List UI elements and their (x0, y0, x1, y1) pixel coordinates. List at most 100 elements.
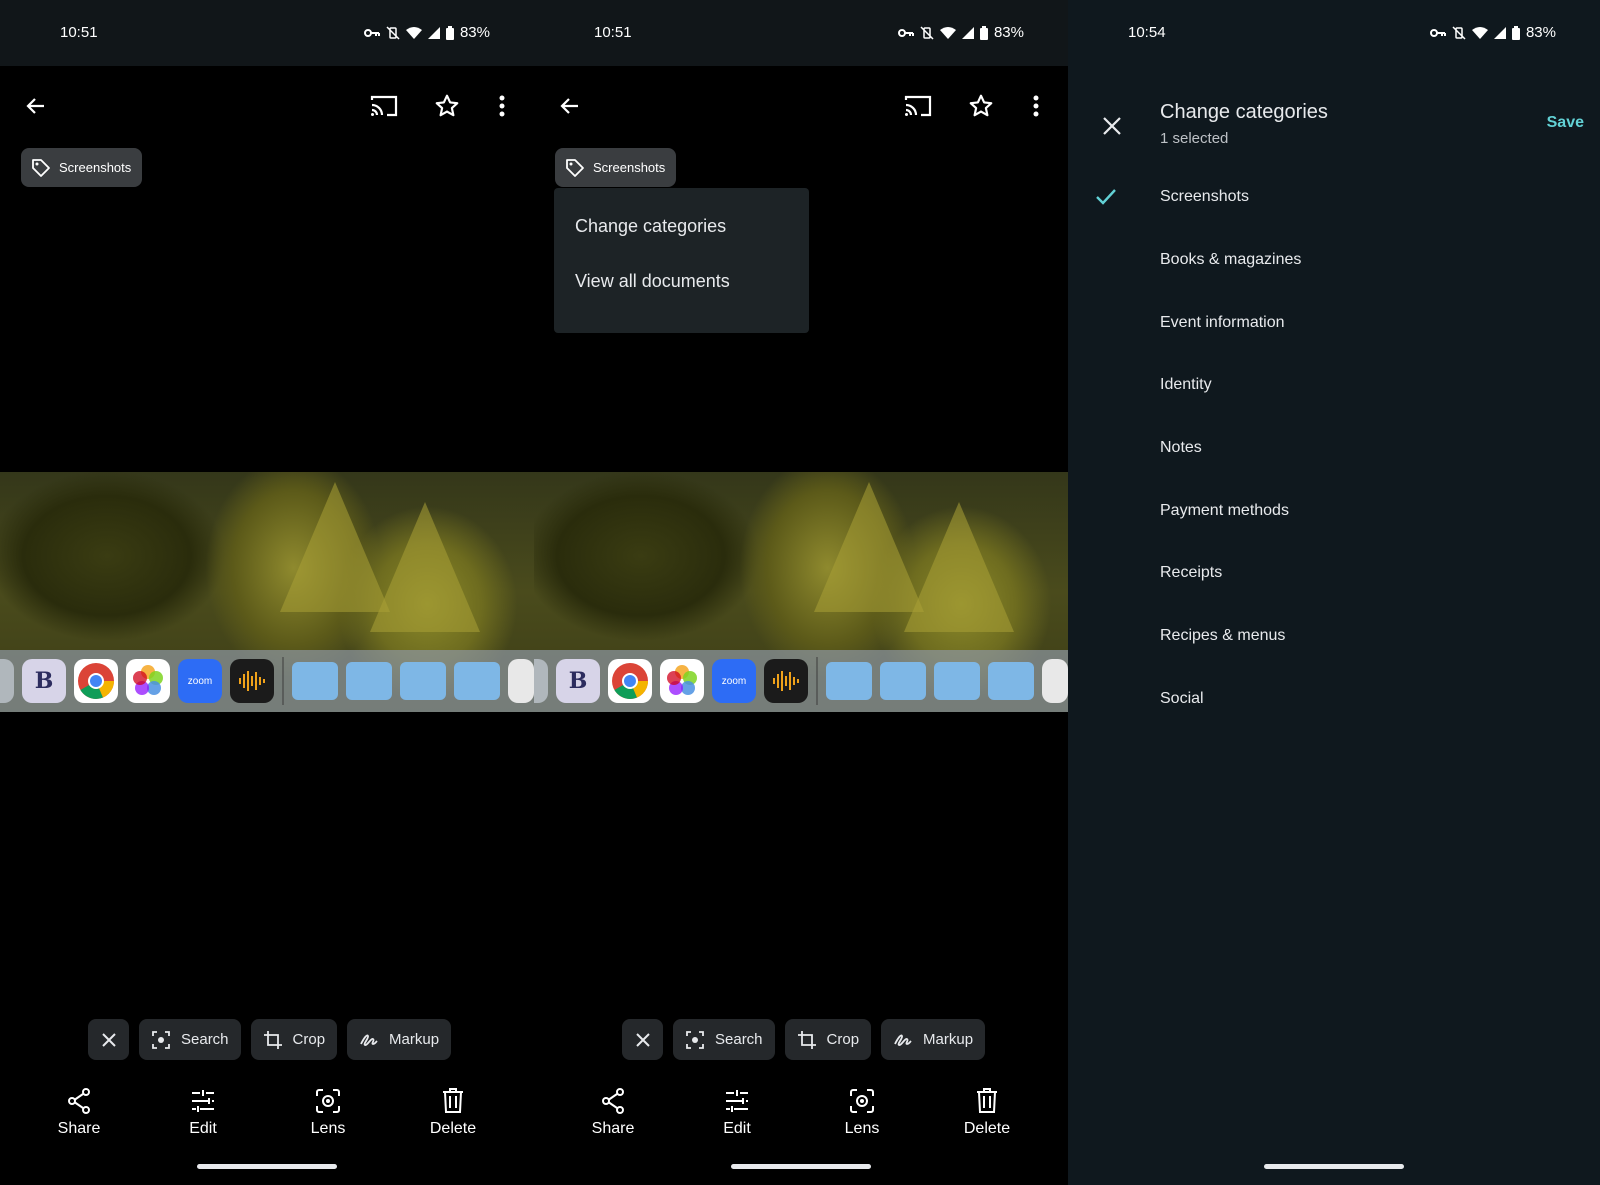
documents-folder-icon (400, 662, 446, 700)
gesture-home-bar[interactable] (197, 1164, 337, 1169)
battery-percent: 83% (459, 24, 490, 41)
home-folder-icon (826, 662, 872, 700)
tree-shape (904, 502, 1014, 632)
vibrate-off-icon (1452, 25, 1466, 40)
google-lens-icon (850, 1089, 874, 1113)
tune-icon (192, 1090, 214, 1112)
gesture-home-bar[interactable] (731, 1164, 871, 1169)
favorite-button[interactable] (963, 88, 999, 124)
cast-icon (904, 95, 932, 117)
battery-percent: 83% (993, 24, 1024, 41)
category-label: Identity (1160, 376, 1212, 394)
bbedit-app-icon: B (556, 659, 600, 703)
category-item-payment-methods[interactable]: Payment methods (1068, 479, 1600, 542)
status-icons: 83% (363, 24, 490, 41)
compass-app-icon (0, 659, 14, 703)
search-chip-button[interactable]: Search (673, 1019, 775, 1060)
dock-separator (282, 657, 284, 705)
crop-chip-label: Crop (826, 1031, 860, 1048)
signal-icon (1493, 26, 1506, 39)
wifi-icon (405, 26, 422, 39)
close-icon (635, 1032, 650, 1047)
lens-label: Lens (310, 1120, 346, 1137)
chrome-icon (78, 663, 114, 699)
bottom-toolbar: Share Edit Lens Delete (0, 1088, 534, 1148)
photo-content[interactable]: B zoom (534, 472, 1068, 712)
more-options-button[interactable] (1018, 88, 1054, 124)
category-label: Social (1160, 689, 1204, 707)
category-item-screenshots[interactable]: Screenshots (1068, 166, 1600, 229)
dock-separator (816, 657, 818, 705)
category-item-event-information[interactable]: Event information (1068, 291, 1600, 354)
dismiss-button[interactable] (622, 1019, 663, 1060)
trash-icon (1042, 659, 1068, 703)
google-lens-icon (316, 1089, 340, 1113)
wifi-icon (1471, 26, 1488, 39)
lens-button[interactable]: Lens (283, 1088, 373, 1138)
trash-can-icon (443, 1088, 463, 1113)
crop-chip-button[interactable]: Crop (784, 1019, 872, 1060)
search-chip-button[interactable]: Search (139, 1019, 241, 1060)
crop-icon (797, 1030, 816, 1049)
more-vert-icon (499, 95, 505, 117)
share-button[interactable]: Share (568, 1088, 658, 1138)
category-item-recipes-menus[interactable]: Recipes & menus (1068, 605, 1600, 668)
back-button[interactable] (18, 88, 54, 124)
tune-icon (726, 1090, 748, 1112)
lens-button[interactable]: Lens (817, 1088, 907, 1138)
favorite-button[interactable] (429, 88, 465, 124)
photo-content[interactable]: B zoom (0, 472, 534, 712)
share-icon (68, 1088, 90, 1114)
edit-button[interactable]: Edit (692, 1088, 782, 1138)
category-label: Payment methods (1160, 501, 1289, 519)
bottom-toolbar: Share Edit Lens Delete (534, 1088, 1068, 1148)
crop-chip-button[interactable]: Crop (250, 1019, 338, 1060)
category-item-social[interactable]: Social (1068, 668, 1600, 731)
lens-action-row: Search Crop Markup (88, 1019, 452, 1060)
chrome-app-icon (74, 659, 118, 703)
category-chip[interactable]: Screenshots (555, 148, 677, 187)
change-categories-panel: 10:54 83% Change categories 1 selected S… (1068, 0, 1600, 1185)
share-button[interactable]: Share (34, 1088, 124, 1138)
star-outline-icon (435, 94, 459, 117)
back-button[interactable] (552, 88, 588, 124)
battery-percent: 83% (1525, 24, 1556, 41)
applications-folder-icon (880, 662, 926, 700)
close-icon (1103, 117, 1121, 135)
menu-item-view-all-documents[interactable]: View all documents (554, 250, 809, 312)
edit-label: Edit (723, 1120, 751, 1137)
close-button[interactable] (1092, 106, 1132, 146)
category-item-identity[interactable]: Identity (1068, 354, 1600, 417)
menu-item-change-categories[interactable]: Change categories (554, 206, 809, 250)
more-options-button[interactable] (484, 88, 520, 124)
status-time: 10:51 (594, 24, 632, 41)
search-chip-label: Search (715, 1031, 763, 1048)
delete-button[interactable]: Delete (408, 1088, 498, 1138)
status-time: 10:54 (1128, 24, 1166, 41)
category-label: Event information (1160, 313, 1285, 331)
compass-app-icon (534, 659, 548, 703)
dock-image: B zoom (534, 650, 1068, 712)
save-button[interactable]: Save (1547, 114, 1584, 132)
dismiss-button[interactable] (88, 1019, 129, 1060)
category-label: Screenshots (1160, 188, 1249, 206)
search-chip-label: Search (181, 1031, 229, 1048)
delete-label: Delete (429, 1120, 477, 1137)
category-chip[interactable]: Screenshots (21, 148, 143, 187)
vibrate-off-icon (386, 25, 400, 40)
cast-button[interactable] (366, 88, 402, 124)
downloads-folder-icon (454, 662, 500, 700)
category-item-notes[interactable]: Notes (1068, 417, 1600, 480)
tag-icon (32, 158, 50, 177)
markup-chip-button[interactable]: Markup (881, 1019, 986, 1060)
gesture-home-bar[interactable] (1264, 1164, 1404, 1169)
photos-app-icon (660, 659, 704, 703)
edit-button[interactable]: Edit (158, 1088, 248, 1138)
cast-button[interactable] (900, 88, 936, 124)
chip-label: Screenshots (59, 160, 132, 175)
delete-button[interactable]: Delete (942, 1088, 1032, 1138)
markup-chip-button[interactable]: Markup (347, 1019, 452, 1060)
status-bar: 10:51 83% (0, 0, 534, 66)
category-item-receipts[interactable]: Receipts (1068, 542, 1600, 605)
category-item-books-magazines[interactable]: Books & magazines (1068, 229, 1600, 292)
